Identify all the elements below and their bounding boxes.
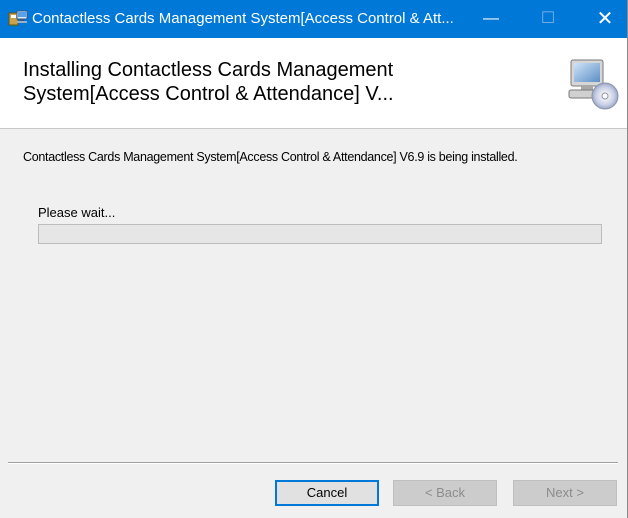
minimize-button[interactable]: — [468, 0, 514, 38]
header-banner: Installing Contactless Cards Management … [0, 38, 627, 129]
title-bar[interactable]: Contactless Cards Management System[Acce… [0, 0, 627, 38]
computer-cd-icon [568, 59, 619, 110]
installer-app-icon [8, 10, 28, 27]
installer-window: Contactless Cards Management System[Acce… [0, 0, 628, 518]
window-title: Contactless Cards Management System[Acce… [32, 10, 454, 27]
page-title: Installing Contactless Cards Management … [23, 59, 394, 105]
cancel-button[interactable]: Cancel [275, 480, 379, 506]
maximize-button[interactable]: ☐ [525, 0, 571, 38]
install-progress-bar [38, 224, 602, 244]
please-wait-label: Please wait... [38, 205, 116, 220]
footer-divider [8, 462, 618, 464]
close-button[interactable]: ✕ [582, 0, 628, 38]
install-status-message: Contactless Cards Management System[Acce… [23, 150, 518, 164]
next-button[interactable]: Next > [513, 480, 617, 506]
back-button[interactable]: < Back [393, 480, 497, 506]
